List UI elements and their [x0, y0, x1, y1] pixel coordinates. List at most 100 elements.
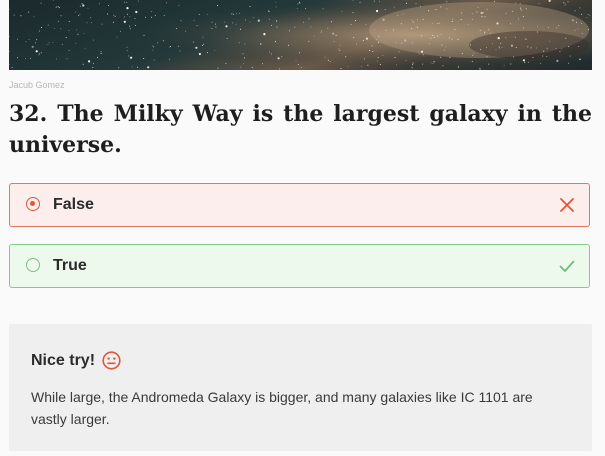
answer-option-true[interactable]: True: [9, 244, 590, 288]
star-dot: [332, 32, 335, 35]
star-dot: [441, 44, 443, 46]
star-dot: [152, 49, 154, 51]
star-dot: [267, 10, 269, 12]
star-dot: [56, 6, 58, 8]
star-dot: [305, 8, 307, 10]
star-dot: [276, 20, 277, 22]
star-dot: [412, 21, 414, 23]
star-dot: [373, 29, 375, 31]
question-number: 32.: [9, 101, 48, 127]
star-dot: [483, 12, 484, 14]
star-dot: [480, 48, 482, 50]
radio-selected-icon[interactable]: [26, 197, 40, 211]
star-dot: [131, 66, 133, 68]
star-dot: [129, 28, 131, 30]
star-dot: [484, 16, 486, 18]
star-dot: [556, 27, 558, 29]
star-dot: [377, 56, 379, 58]
star-dot: [126, 46, 128, 48]
star-dot: [382, 55, 384, 56]
radio-unselected-icon[interactable]: [26, 258, 40, 272]
star-dot: [418, 50, 420, 52]
star-dot: [28, 39, 30, 40]
star-dot: [486, 8, 488, 10]
star-dot: [211, 21, 213, 23]
star-dot: [420, 50, 424, 53]
star-dot: [563, 2, 565, 4]
star-dot: [377, 60, 379, 62]
star-dot: [365, 23, 367, 25]
star-dot: [579, 7, 581, 9]
star-dot: [372, 51, 374, 52]
image-credit: Jacub Gomez: [9, 80, 65, 90]
star-dot: [393, 29, 394, 31]
star-dot: [179, 50, 181, 52]
star-dot: [498, 47, 500, 49]
star-dot: [382, 18, 385, 21]
star-dot: [48, 42, 50, 44]
star-dot: [135, 10, 138, 14]
star-dot: [404, 39, 407, 42]
star-dot: [530, 47, 532, 49]
star-dot: [192, 41, 194, 43]
milky-way-photo: [9, 0, 592, 70]
star-dot: [564, 4, 566, 6]
star-dot: [147, 66, 150, 69]
star-dot: [143, 58, 145, 60]
star-dot: [393, 6, 395, 8]
question-title: 32. The Milky Way is the largest galaxy …: [9, 99, 592, 161]
answer-option-false[interactable]: False: [9, 183, 590, 227]
star-dot: [515, 47, 517, 48]
star-dot: [275, 1, 277, 3]
star-dot: [75, 42, 77, 44]
star-dot: [494, 0, 495, 2]
star-dot: [57, 6, 59, 8]
star-dot: [153, 46, 155, 48]
star-dot: [422, 54, 424, 56]
star-dot: [77, 33, 79, 35]
star-dot: [240, 66, 242, 68]
star-dot: [36, 39, 38, 41]
star-dot: [525, 8, 527, 10]
star-dot: [202, 36, 204, 38]
star-dot: [421, 35, 423, 37]
check-icon: [559, 260, 575, 272]
star-dot: [350, 24, 352, 25]
star-dot: [297, 3, 299, 5]
star-dot: [379, 64, 381, 65]
star-dot: [217, 67, 219, 69]
feedback-heading: Nice try!: [31, 351, 121, 370]
star-dot: [288, 44, 289, 46]
star-dot: [520, 9, 522, 11]
star-dot: [345, 56, 347, 58]
star-dot: [58, 20, 60, 22]
star-dot: [126, 50, 128, 52]
star-dot: [25, 58, 26, 60]
star-dot: [577, 28, 579, 30]
star-dot: [428, 10, 430, 12]
star-dot: [482, 16, 484, 18]
star-dot: [417, 19, 419, 21]
star-dot: [457, 38, 459, 40]
star-dot: [296, 8, 298, 9]
star-dot: [411, 28, 413, 29]
close-icon: [560, 198, 574, 212]
star-dot: [338, 48, 340, 50]
star-dot: [236, 13, 238, 15]
star-dot: [568, 46, 570, 48]
star-dot: [355, 43, 357, 45]
star-dot: [411, 67, 413, 69]
star-dot: [56, 58, 57, 60]
star-dot: [543, 50, 545, 52]
star-dot: [536, 25, 538, 27]
star-dot: [30, 58, 32, 59]
star-dot: [238, 42, 240, 44]
star-dot: [574, 29, 576, 31]
star-dot: [120, 30, 121, 32]
star-dot: [398, 51, 400, 53]
star-dot: [538, 3, 540, 5]
star-dot: [113, 14, 115, 16]
star-dot: [126, 1, 128, 3]
star-dot: [68, 21, 70, 22]
star-dot: [352, 11, 354, 13]
